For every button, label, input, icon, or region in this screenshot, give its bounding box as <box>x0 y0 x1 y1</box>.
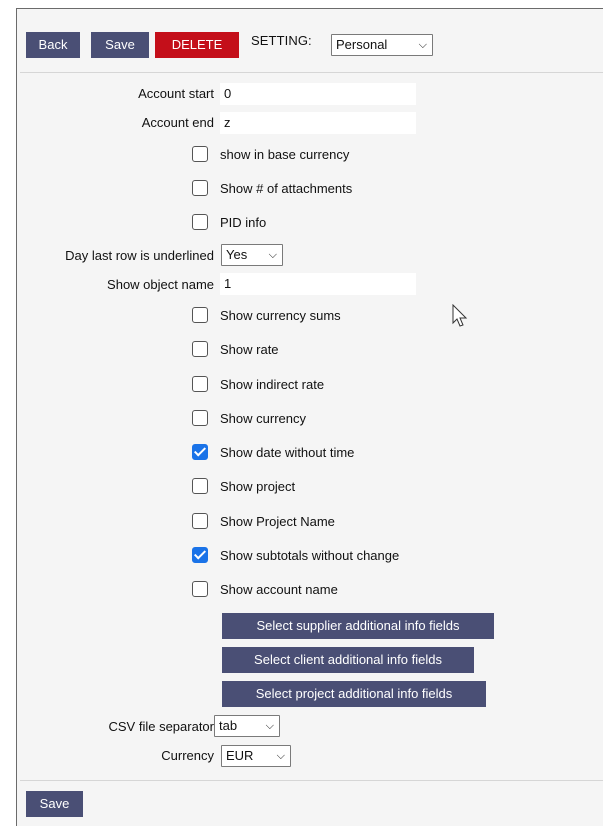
setting-value: Personal <box>336 37 388 52</box>
day-last-row-value: Yes <box>226 247 248 262</box>
attachments-checkbox[interactable] <box>192 180 208 196</box>
pid-info-label: PID info <box>220 215 267 230</box>
show-account-name-checkbox[interactable] <box>192 581 208 597</box>
show-project-label: Show project <box>220 479 296 494</box>
show-rate-label: Show rate <box>220 342 279 357</box>
setting-select[interactable]: Personal ⌵ <box>331 34 433 56</box>
toolbar-divider <box>20 72 603 73</box>
show-currency-label: Show currency <box>220 411 306 426</box>
csv-separator-select[interactable]: tab ⌵ <box>214 715 280 737</box>
show-account-name-label: Show account name <box>220 582 338 597</box>
chevron-down-icon: ⌵ <box>418 39 427 51</box>
day-last-row-select[interactable]: Yes ⌵ <box>221 244 283 266</box>
show-currency-sums-checkbox[interactable] <box>192 307 208 323</box>
currency-value: EUR <box>226 748 254 763</box>
chevron-down-icon: ⌵ <box>265 720 274 732</box>
project-info-button[interactable]: Select project additional info fields <box>222 681 486 707</box>
show-project-name-label: Show Project Name <box>220 514 335 529</box>
currency-select[interactable]: EUR ⌵ <box>221 745 291 767</box>
delete-button[interactable]: DELETE <box>155 32 239 58</box>
account-end-input[interactable]: z <box>220 112 416 134</box>
mouse-pointer-icon <box>452 304 468 327</box>
show-date-without-time-label: Show date without time <box>220 445 355 460</box>
setting-label: SETTING: <box>251 33 312 48</box>
show-rate-checkbox[interactable] <box>192 341 208 357</box>
save-button[interactable]: Save <box>91 32 149 58</box>
client-info-button[interactable]: Select client additional info fields <box>222 647 474 673</box>
account-end-label: Account end <box>141 115 214 130</box>
show-currency-checkbox[interactable] <box>192 410 208 426</box>
supplier-info-button[interactable]: Select supplier additional info fields <box>222 613 494 639</box>
base-currency-checkbox[interactable] <box>192 146 208 162</box>
day-last-row-label: Day last row is underlined <box>65 248 214 263</box>
show-project-checkbox[interactable] <box>192 478 208 494</box>
base-currency-label: show in base currency <box>220 147 350 162</box>
back-button[interactable]: Back <box>26 32 80 58</box>
show-currency-sums-label: Show currency sums <box>220 308 341 323</box>
footer-save-button[interactable]: Save <box>26 791 83 817</box>
currency-label: Currency <box>161 748 214 763</box>
chevron-down-icon: ⌵ <box>276 750 285 762</box>
csv-separator-label: CSV file separator <box>108 719 215 734</box>
show-subtotals-without-change-label: Show subtotals without change <box>220 548 400 563</box>
account-start-input[interactable]: 0 <box>220 83 416 105</box>
show-date-without-time-checkbox[interactable] <box>192 444 208 460</box>
show-indirect-rate-checkbox[interactable] <box>192 376 208 392</box>
attachments-label: Show # of attachments <box>220 181 353 196</box>
show-project-name-checkbox[interactable] <box>192 513 208 529</box>
object-name-label: Show object name <box>107 277 214 292</box>
csv-separator-value: tab <box>219 718 238 733</box>
pid-info-checkbox[interactable] <box>192 214 208 230</box>
show-indirect-rate-label: Show indirect rate <box>220 377 325 392</box>
show-subtotals-without-change-checkbox[interactable] <box>192 547 208 563</box>
chevron-down-icon: ⌵ <box>268 249 277 261</box>
account-start-label: Account start <box>138 86 214 101</box>
object-name-input[interactable]: 1 <box>220 273 416 295</box>
footer-divider <box>20 780 603 781</box>
